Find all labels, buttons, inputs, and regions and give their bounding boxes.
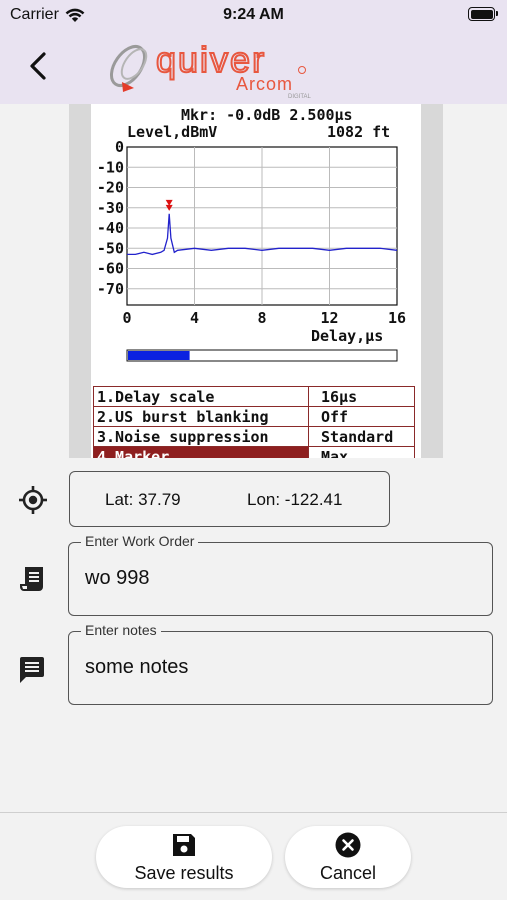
save-icon	[173, 834, 195, 856]
instrument-screen: Mkr: -0.0dB 2.500µs Level,dBmV 1082 ft 0…	[91, 104, 421, 458]
menu-value: 16µs	[308, 386, 415, 407]
y-tick-label: -50	[97, 239, 124, 257]
notes-label: Enter notes	[81, 622, 161, 638]
chart-grid	[126, 146, 398, 306]
y-tick-label: -40	[97, 219, 124, 237]
y-axis-title: Level,dBmV	[127, 123, 217, 141]
x-tick-label: 4	[190, 309, 199, 327]
menu-value: Standard	[308, 426, 415, 447]
notes-input[interactable]: some notes	[85, 656, 188, 679]
save-results-button[interactable]: Save results	[96, 826, 272, 888]
work-order-label: Enter Work Order	[81, 533, 199, 549]
distance-readout: 1082 ft	[327, 123, 390, 141]
y-tick-label: -20	[97, 179, 124, 197]
instrument-menu: 1.Delay scale 16µs 2.US burst blanking O…	[93, 386, 415, 458]
y-tick-label: -60	[97, 260, 124, 278]
work-order-input[interactable]: wo 998	[85, 567, 150, 590]
marker-readout: Mkr: -0.0dB 2.500µs	[181, 106, 353, 124]
y-tick-label: -10	[97, 158, 124, 176]
x-tick-label: 16	[388, 309, 406, 327]
y-tick-labels: 0 -10 -20 -30 -40 -50 -60 -70	[97, 138, 124, 298]
menu-label: 4.Marker	[93, 446, 309, 458]
receipt-icon	[20, 567, 43, 591]
y-tick-label: -30	[97, 199, 124, 217]
x-tick-label: 12	[320, 309, 338, 327]
status-time: 9:24 AM	[223, 6, 284, 23]
progress-fill	[128, 351, 190, 360]
status-bar: Carrier 9:24 AM	[0, 0, 507, 32]
logo-sub-text: Arcom	[236, 74, 293, 94]
x-tick-labels: 0 4 8 12 16	[122, 309, 406, 327]
x-axis-title: Delay,µs	[311, 327, 383, 345]
measurement-screenshot: Mkr: -0.0dB 2.500µs Level,dBmV 1082 ft 0…	[69, 104, 443, 458]
menu-label: 1.Delay scale	[93, 386, 309, 407]
location-display: Lat: 37.79 Lon: -122.41	[69, 471, 390, 527]
menu-row-burst-blanking: 2.US burst blanking Off	[93, 406, 415, 427]
longitude-value: Lon: -122.41	[247, 490, 343, 509]
menu-value: Off	[308, 406, 415, 427]
y-tick-label: 0	[115, 138, 124, 156]
close-circle-icon	[335, 832, 361, 858]
cancel-button[interactable]: Cancel	[285, 826, 411, 888]
latitude-value: Lat: 37.79	[105, 490, 181, 509]
x-tick-label: 0	[122, 309, 131, 327]
y-tick-label: -70	[97, 280, 124, 298]
logo-small-text: DIGITAL	[288, 94, 312, 100]
gps-target-icon	[19, 486, 47, 514]
menu-value: Max	[308, 446, 415, 458]
logo-emblem	[109, 44, 148, 92]
x-tick-label: 8	[257, 309, 266, 327]
quiver-arcom-logo: quiver Arcom DIGITAL	[109, 38, 312, 100]
comment-icon	[20, 657, 44, 683]
work-order-field[interactable]: Enter Work Order wo 998	[68, 533, 493, 616]
menu-row-delay-scale: 1.Delay scale 16µs	[93, 386, 415, 407]
save-results-label: Save results	[134, 863, 234, 883]
delay-chart: Mkr: -0.0dB 2.500µs Level,dBmV 1082 ft 0…	[97, 106, 406, 362]
chevron-left-icon	[30, 52, 46, 80]
menu-label: 3.Noise suppression	[93, 426, 309, 447]
menu-row-noise-suppression: 3.Noise suppression Standard	[93, 426, 415, 447]
app-header: Carrier 9:24 AM quiver Arcom DIGITAL	[0, 0, 507, 104]
bottom-divider	[0, 812, 507, 813]
menu-label: 2.US burst blanking	[93, 406, 309, 427]
notes-field[interactable]: Enter notes some notes	[68, 622, 493, 705]
back-button[interactable]	[22, 48, 56, 84]
battery-icon	[468, 7, 498, 21]
cancel-label: Cancel	[319, 863, 377, 883]
menu-row-marker: 4.Marker Max	[93, 446, 415, 458]
